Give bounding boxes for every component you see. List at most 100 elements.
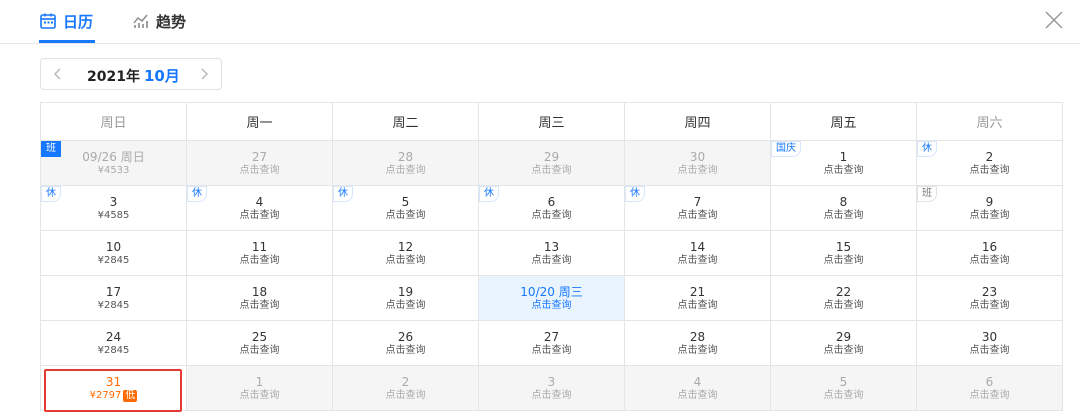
cell-subtext: 点击查询 — [677, 210, 718, 221]
date-label: 28 — [689, 330, 706, 344]
date-label: 6 — [547, 195, 556, 209]
date-label: 10/20 周三 — [520, 285, 583, 299]
holiday-tag: 国庆 — [771, 141, 801, 157]
cell-subtext: 点击查询 — [531, 255, 572, 266]
date-cell[interactable]: 4 点击查询 — [625, 366, 771, 411]
date-cell[interactable]: 28 点击查询 — [333, 141, 479, 186]
query-label: 点击查询 — [771, 209, 916, 223]
date-cell[interactable]: 28 点击查询 — [625, 321, 771, 366]
date-cell[interactable]: 29 点击查询 — [771, 321, 917, 366]
date-label: 5 — [401, 195, 410, 209]
date-cell[interactable]: 26 点击查询 — [333, 321, 479, 366]
next-month-button[interactable] — [189, 59, 219, 89]
chevron-left-icon — [53, 68, 61, 80]
tab-trend[interactable]: 趋势 — [132, 8, 186, 34]
date-cell[interactable]: 10 ¥2845 — [41, 231, 187, 276]
cell-subtext: 点击查询 — [969, 345, 1010, 356]
date-cell[interactable]: 2 点击查询 — [333, 366, 479, 411]
date-cell[interactable]: 21 点击查询 — [625, 276, 771, 321]
date-cell[interactable]: 班 9 点击查询 — [917, 186, 1063, 231]
weekday-header: 周五 — [771, 103, 917, 141]
date-cell[interactable]: 国庆 1 点击查询 — [771, 141, 917, 186]
date-cell[interactable]: 11 点击查询 — [187, 231, 333, 276]
date-cell[interactable]: 30 点击查询 — [625, 141, 771, 186]
date-cell[interactable]: 25 点击查询 — [187, 321, 333, 366]
cell-subtext: ¥2845 — [97, 345, 130, 356]
date-cell[interactable]: 10/20 周三 点击查询 — [479, 276, 625, 321]
date-cell[interactable]: 19 点击查询 — [333, 276, 479, 321]
date-cell[interactable]: 30 点击查询 — [917, 321, 1063, 366]
cell-subtext: ¥4585 — [97, 210, 130, 221]
date-label: 3 — [109, 195, 118, 209]
date-cell[interactable]: 15 点击查询 — [771, 231, 917, 276]
date-cell[interactable]: 27 点击查询 — [187, 141, 333, 186]
date-label: 27 — [543, 330, 560, 344]
date-cell[interactable]: 31 ¥2797 低 — [41, 366, 187, 411]
query-label: 点击查询 — [917, 299, 1062, 313]
date-label: 15 — [835, 240, 852, 254]
date-cell[interactable]: 1 点击查询 — [187, 366, 333, 411]
query-label: 点击查询 — [333, 164, 478, 178]
date-cell[interactable]: 24 ¥2845 — [41, 321, 187, 366]
date-cell[interactable]: 5 点击查询 — [771, 366, 917, 411]
date-label: 7 — [693, 195, 702, 209]
date-cell[interactable]: 休 4 点击查询 — [187, 186, 333, 231]
cell-subtext: 点击查询 — [385, 255, 426, 266]
date-label: 6 — [985, 375, 994, 389]
date-cell[interactable]: 休 7 点击查询 — [625, 186, 771, 231]
weekday-header: 周六 — [917, 103, 1063, 141]
month-switcher: 2021年 10月 — [40, 58, 222, 90]
query-label: 点击查询 — [187, 299, 332, 313]
date-label: 1 — [255, 375, 264, 389]
price-label: ¥2845 — [41, 254, 186, 268]
date-cell[interactable]: 16 点击查询 — [917, 231, 1063, 276]
date-cell[interactable]: 3 点击查询 — [479, 366, 625, 411]
query-label: 点击查询 — [917, 209, 1062, 223]
date-cell[interactable]: 班 09/26 周日 ¥4533 — [41, 141, 187, 186]
cell-subtext: 点击查询 — [385, 300, 426, 311]
cell-subtext: 点击查询 — [239, 300, 280, 311]
date-label: 2 — [401, 375, 410, 389]
date-cell[interactable]: 13 点击查询 — [479, 231, 625, 276]
tab-trend-label: 趋势 — [156, 12, 187, 31]
date-cell[interactable]: 休 3 ¥4585 — [41, 186, 187, 231]
cell-subtext: 点击查询 — [969, 300, 1010, 311]
date-cell[interactable]: 27 点击查询 — [479, 321, 625, 366]
query-label: 点击查询 — [625, 389, 770, 403]
calendar-week-row: 10 ¥2845 11 点击查询 12 点击查询 13 点击查询 14 点击查询 15 点击查询 16 点… — [41, 231, 1063, 276]
date-label: 30 — [981, 330, 998, 344]
query-label: 点击查询 — [187, 254, 332, 268]
query-label: 点击查询 — [917, 389, 1062, 403]
date-label: 8 — [839, 195, 848, 209]
date-cell[interactable]: 22 点击查询 — [771, 276, 917, 321]
date-cell[interactable]: 休 2 点击查询 — [917, 141, 1063, 186]
date-cell[interactable]: 23 点击查询 — [917, 276, 1063, 321]
date-cell[interactable]: 18 点击查询 — [187, 276, 333, 321]
query-label: 点击查询 — [625, 344, 770, 358]
calendar-week-row: 休 3 ¥4585 休 4 点击查询休 5 点击查询休 6 点击查询休 7 点击查询 8 点击查询班 9 点击… — [41, 186, 1063, 231]
date-cell[interactable]: 8 点击查询 — [771, 186, 917, 231]
date-cell[interactable]: 29 点击查询 — [479, 141, 625, 186]
cell-subtext: 点击查询 — [823, 255, 864, 266]
prev-month-button[interactable] — [43, 59, 73, 89]
date-label: 25 — [251, 330, 268, 344]
date-label: 22 — [835, 285, 852, 299]
query-label: 点击查询 — [917, 254, 1062, 268]
date-label: 29 — [835, 330, 852, 344]
date-label: 11 — [251, 240, 268, 254]
date-label: 5 — [839, 375, 848, 389]
close-icon[interactable] — [1042, 8, 1066, 32]
date-cell[interactable]: 17 ¥2845 — [41, 276, 187, 321]
date-label: 12 — [397, 240, 414, 254]
date-cell[interactable]: 休 5 点击查询 — [333, 186, 479, 231]
date-cell[interactable]: 休 6 点击查询 — [479, 186, 625, 231]
date-cell[interactable]: 6 点击查询 — [917, 366, 1063, 411]
date-cell[interactable]: 14 点击查询 — [625, 231, 771, 276]
cell-subtext: 点击查询 — [531, 165, 572, 176]
query-label: 点击查询 — [187, 344, 332, 358]
date-cell[interactable]: 12 点击查询 — [333, 231, 479, 276]
tab-bar: 日历 趋势 — [0, 0, 1080, 44]
month-label: 10月 — [143, 67, 180, 85]
date-label: 27 — [251, 150, 268, 164]
tab-calendar[interactable]: 日历 — [39, 8, 93, 34]
